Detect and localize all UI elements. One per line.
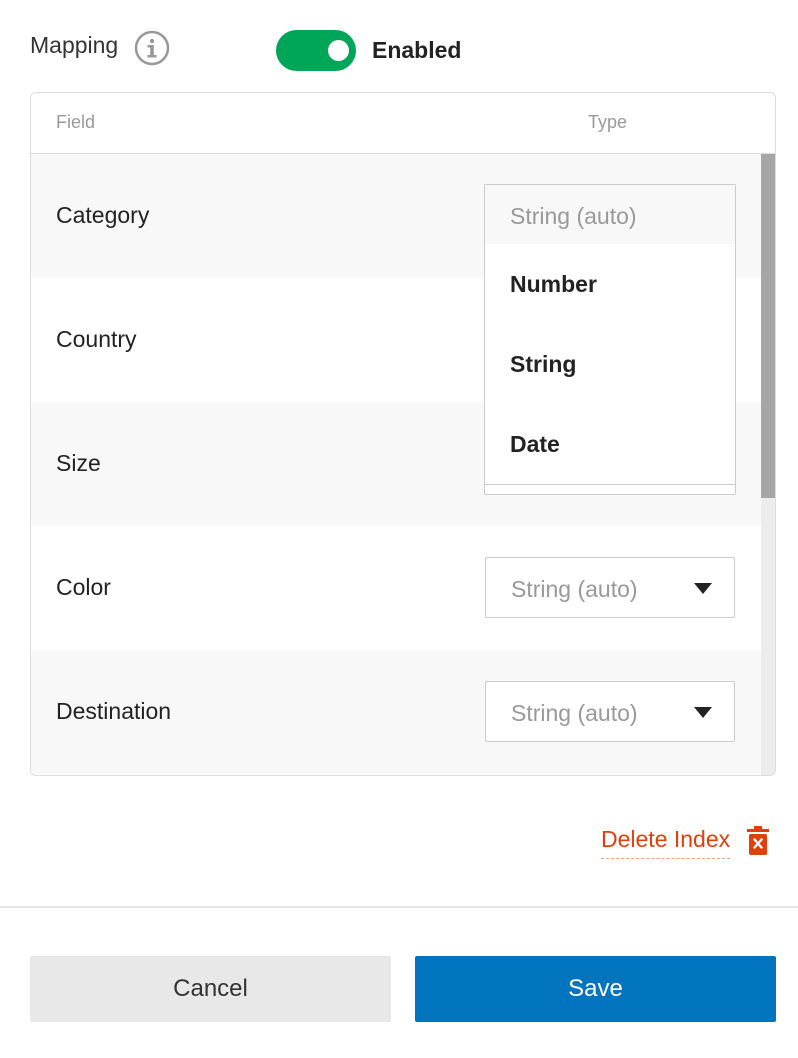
type-select-current[interactable]: String (auto) [485, 185, 735, 244]
type-option-label: Number [510, 271, 597, 297]
table-row: Destination String (auto) [31, 650, 761, 774]
toggle-label: Enabled [372, 37, 462, 63]
mapping-toggle[interactable] [276, 30, 356, 71]
field-name: Destination [56, 698, 172, 724]
field-name: Country [56, 326, 137, 352]
column-header-type: Type [588, 112, 628, 132]
field-name: Color [56, 574, 111, 600]
type-select-open[interactable]: String (auto) Number String Date [484, 184, 736, 495]
caret-down-icon [694, 707, 712, 718]
menu-divider [485, 484, 735, 485]
mapping-label: Mapping [30, 32, 119, 58]
save-button[interactable]: Save [415, 956, 776, 1022]
table-header: Field Type [31, 93, 775, 154]
type-select-value: String (auto) [510, 203, 637, 229]
type-options-menu: Number String Date [485, 244, 735, 484]
footer-divider [0, 906, 798, 908]
type-select[interactable]: String (auto) [485, 681, 735, 742]
scrollbar-thumb[interactable] [761, 154, 775, 498]
type-option-string[interactable]: String [485, 324, 735, 404]
type-option-label: Date [510, 431, 560, 457]
info-icon[interactable] [134, 30, 170, 66]
caret-down-icon [694, 583, 712, 594]
type-option-date[interactable]: Date [485, 404, 735, 484]
field-name: Category [56, 202, 150, 228]
type-select-value: String (auto) [511, 700, 638, 726]
scrollbar[interactable] [761, 154, 775, 775]
type-select-value: String (auto) [511, 576, 638, 602]
type-select[interactable]: String (auto) [485, 557, 735, 618]
mapping-header: Mapping Enabled [0, 0, 798, 92]
toggle-knob [328, 40, 349, 61]
field-name: Size [56, 450, 101, 476]
column-header-field: Field [56, 112, 96, 132]
delete-index-link[interactable]: Delete Index [601, 826, 731, 859]
type-option-label: String [510, 351, 577, 377]
table-row: Color String (auto) [31, 526, 761, 650]
type-option-number[interactable]: Number [485, 244, 735, 324]
cancel-button[interactable]: Cancel [30, 956, 391, 1022]
trash-icon[interactable] [746, 826, 770, 855]
